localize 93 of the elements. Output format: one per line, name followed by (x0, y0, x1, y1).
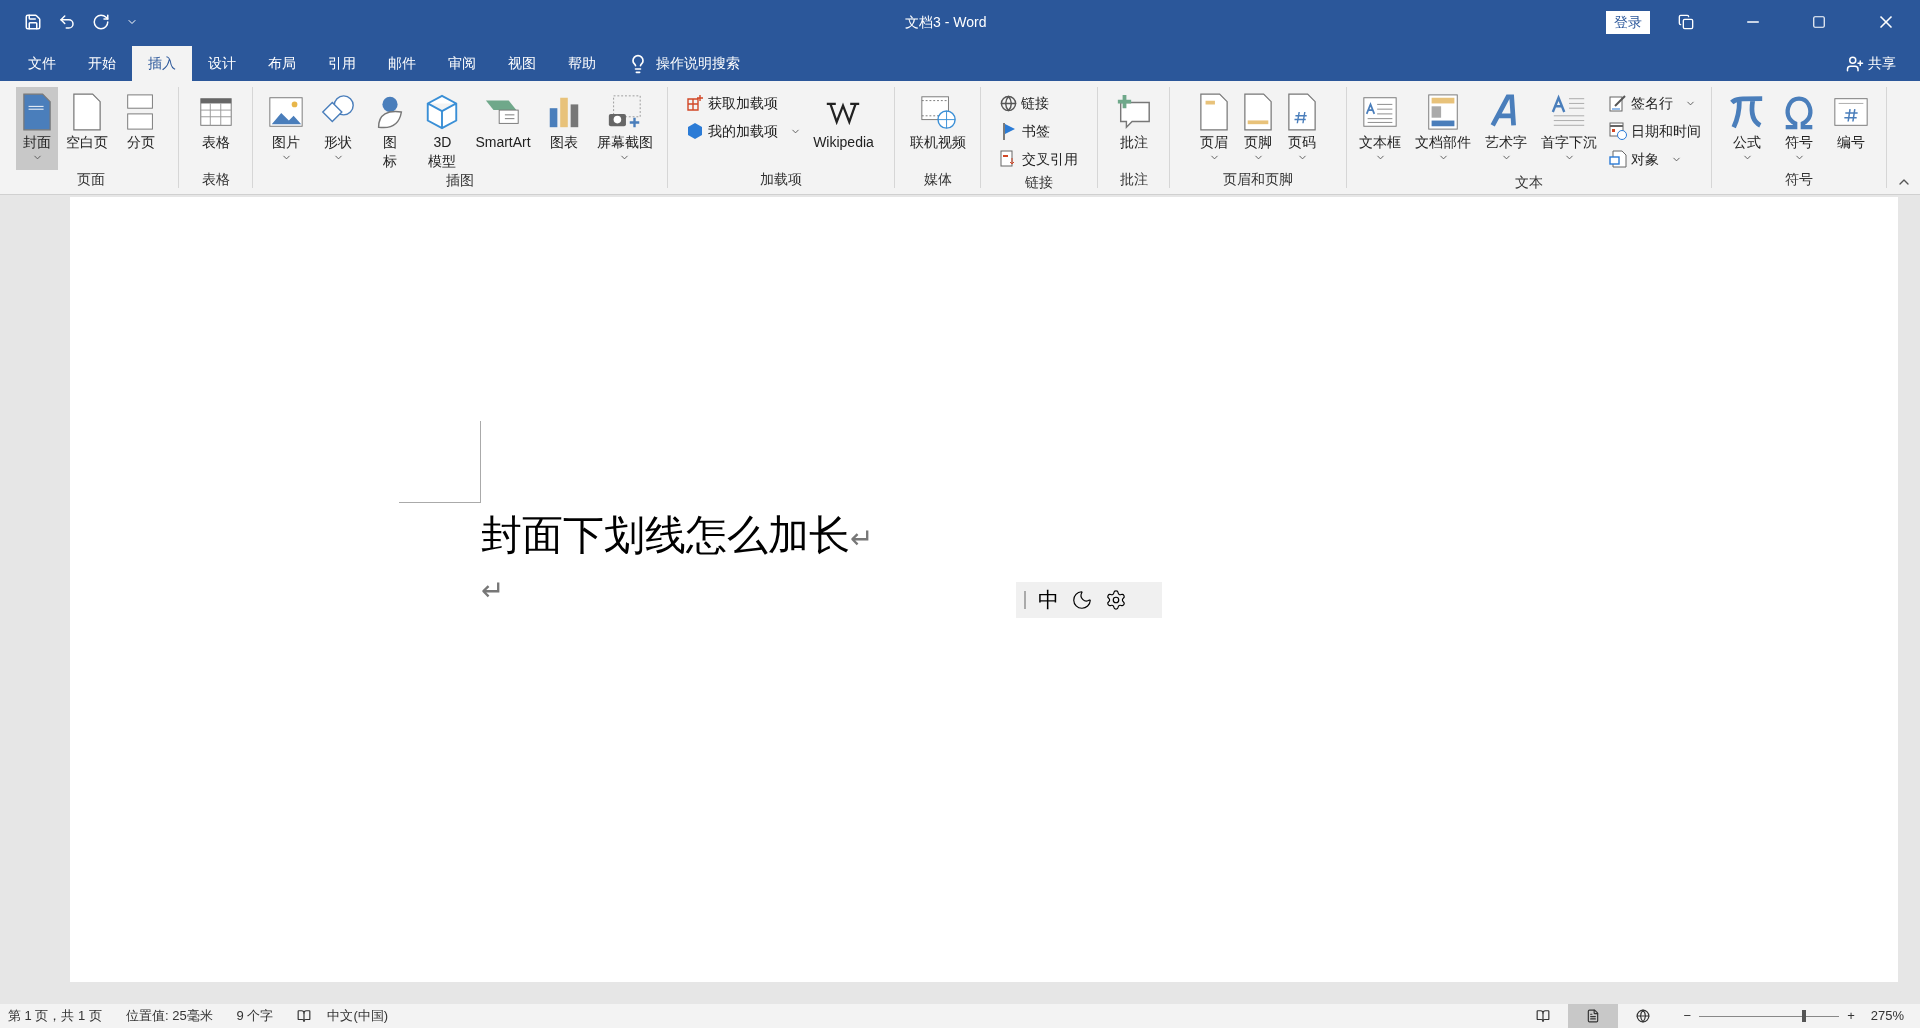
ribbon-button[interactable]: SmartArt (469, 87, 537, 171)
ribbon-icon (1287, 91, 1317, 133)
restore-icon[interactable] (1812, 15, 1826, 29)
ribbon-button[interactable]: 公式 (1722, 87, 1772, 170)
ribbon-button[interactable]: 空白页 (60, 87, 114, 170)
ribbon-icon (72, 91, 102, 133)
redo-icon[interactable] (92, 13, 110, 31)
ribbon-button[interactable]: 文本框 (1353, 87, 1407, 173)
save-icon[interactable] (24, 13, 42, 31)
tell-me-search[interactable]: 操作说明搜索 (656, 53, 740, 74)
ribbon-button[interactable]: 交叉引用 (996, 145, 1082, 173)
ribbon-tab[interactable]: 文件 (12, 46, 72, 81)
zoom-out-button[interactable]: − (1683, 1006, 1692, 1026)
group-label: 插图 (445, 171, 475, 189)
group-label: 符号 (1784, 170, 1814, 188)
ribbon-button[interactable]: 页码 (1281, 87, 1323, 170)
ribbon-button[interactable]: Wikipedia (807, 87, 880, 170)
ribbon-display-icon[interactable] (1678, 14, 1694, 30)
zoom-slider-thumb[interactable] (1802, 1010, 1807, 1022)
share-icon[interactable] (1846, 54, 1864, 73)
ribbon-button[interactable]: 首字下沉 (1535, 87, 1603, 173)
ribbon-button[interactable]: 批注 (1108, 87, 1159, 170)
zoom-in-button[interactable]: + (1847, 1006, 1855, 1026)
ribbon-icon (1609, 94, 1627, 112)
view-button[interactable] (1567, 1004, 1618, 1028)
paragraph-mark: ↵ (850, 522, 873, 556)
ribbon-icon (1609, 150, 1627, 168)
ribbon-button[interactable]: 获取加载项 (682, 89, 806, 117)
group-label: 链接 (1024, 173, 1054, 191)
ribbon-tab[interactable]: 插入 (132, 46, 192, 81)
ribbon-button[interactable]: 链接 (996, 89, 1082, 117)
ribbon-tab[interactable]: 设计 (192, 46, 252, 81)
ribbon-button[interactable]: 图 标 (365, 87, 416, 171)
ribbon-tab[interactable]: 布局 (252, 46, 312, 81)
document-heading: 封面下划线怎么加长 (481, 511, 850, 560)
group-label: 页面 (76, 170, 106, 188)
ribbon-button[interactable]: 图表 (538, 87, 589, 171)
ribbon-button[interactable]: 表格 (190, 87, 241, 170)
undo-icon[interactable] (58, 13, 76, 31)
page-icon (1585, 1009, 1600, 1023)
ribbon-icon (686, 122, 705, 140)
globe-icon (1635, 1009, 1650, 1023)
ribbon-button[interactable]: 封面 (16, 87, 58, 170)
ribbon-button[interactable]: 文档部件 (1409, 87, 1477, 173)
group-label: 表格 (200, 170, 231, 188)
share-button[interactable]: 共享 (1868, 53, 1896, 74)
ribbon-tab[interactable]: 视图 (492, 46, 552, 81)
paragraph-mark: ↵ (481, 574, 504, 608)
status-text: 位置值: 25毫米 (125, 1007, 213, 1026)
ribbon-button[interactable]: 形状 (313, 87, 364, 171)
ribbon-button[interactable]: 页脚 (1237, 87, 1279, 170)
ribbon-tab[interactable]: 开始 (72, 46, 132, 81)
ribbon-icon (1243, 91, 1273, 133)
ribbon-button[interactable]: 编号 (1826, 87, 1876, 170)
status-text: 9 个字 (236, 1007, 274, 1026)
ribbon-icon (1000, 94, 1017, 112)
ribbon-button[interactable]: 图片 (261, 87, 312, 171)
group-label: 批注 (1118, 170, 1149, 188)
ime-mode[interactable]: 中 (1038, 584, 1059, 616)
ribbon-button[interactable]: 联机视频 (903, 87, 972, 170)
group-label: 媒体 (922, 170, 953, 188)
ribbon-icon (686, 94, 705, 112)
language-status[interactable]: 中文(中国) (327, 1006, 389, 1026)
proofing-icon[interactable] (297, 1009, 312, 1023)
ribbon-icon (1199, 91, 1229, 133)
zoom-level[interactable]: 275% (1870, 1006, 1904, 1026)
group-label: 文本 (1514, 173, 1544, 191)
ribbon-button[interactable]: 对象 (1605, 145, 1705, 173)
ribbon-button[interactable]: 艺术字 (1479, 87, 1533, 173)
group-label: 页眉和页脚 (1222, 170, 1294, 188)
book-icon (1535, 1009, 1550, 1023)
status-text: 第 1 页，共 1 页 (8, 1007, 102, 1026)
ribbon-button[interactable]: 日期和时间 (1605, 117, 1705, 145)
zoom-slider[interactable] (1699, 1009, 1840, 1023)
ribbon-button[interactable]: 书签 (996, 117, 1082, 145)
ribbon-button[interactable]: 符号 (1774, 87, 1824, 170)
ribbon-tab[interactable]: 审阅 (432, 46, 492, 81)
sign-in-button[interactable]: 登录 (1606, 10, 1650, 34)
ribbon-button[interactable]: 分页 (116, 87, 166, 170)
settings-icon[interactable] (1105, 589, 1127, 611)
group-label: 加载项 (759, 170, 803, 188)
ribbon-icon (22, 91, 52, 133)
ribbon-button[interactable]: 签名行 (1605, 89, 1705, 117)
ribbon-button[interactable]: 3D 模型 (417, 87, 468, 171)
ribbon-button[interactable]: 屏幕截图 (590, 87, 659, 171)
moon-icon[interactable] (1071, 589, 1093, 611)
ribbon-tab[interactable]: 帮助 (552, 46, 612, 81)
ribbon-button[interactable]: 页眉 (1193, 87, 1235, 170)
ribbon-icon (1609, 122, 1627, 140)
ribbon-tab[interactable]: 引用 (312, 46, 372, 81)
ribbon-button[interactable]: 我的加载项 (682, 117, 806, 145)
window-title: 文档3 - Word (905, 12, 987, 32)
ribbon-tab[interactable]: 邮件 (372, 46, 432, 81)
